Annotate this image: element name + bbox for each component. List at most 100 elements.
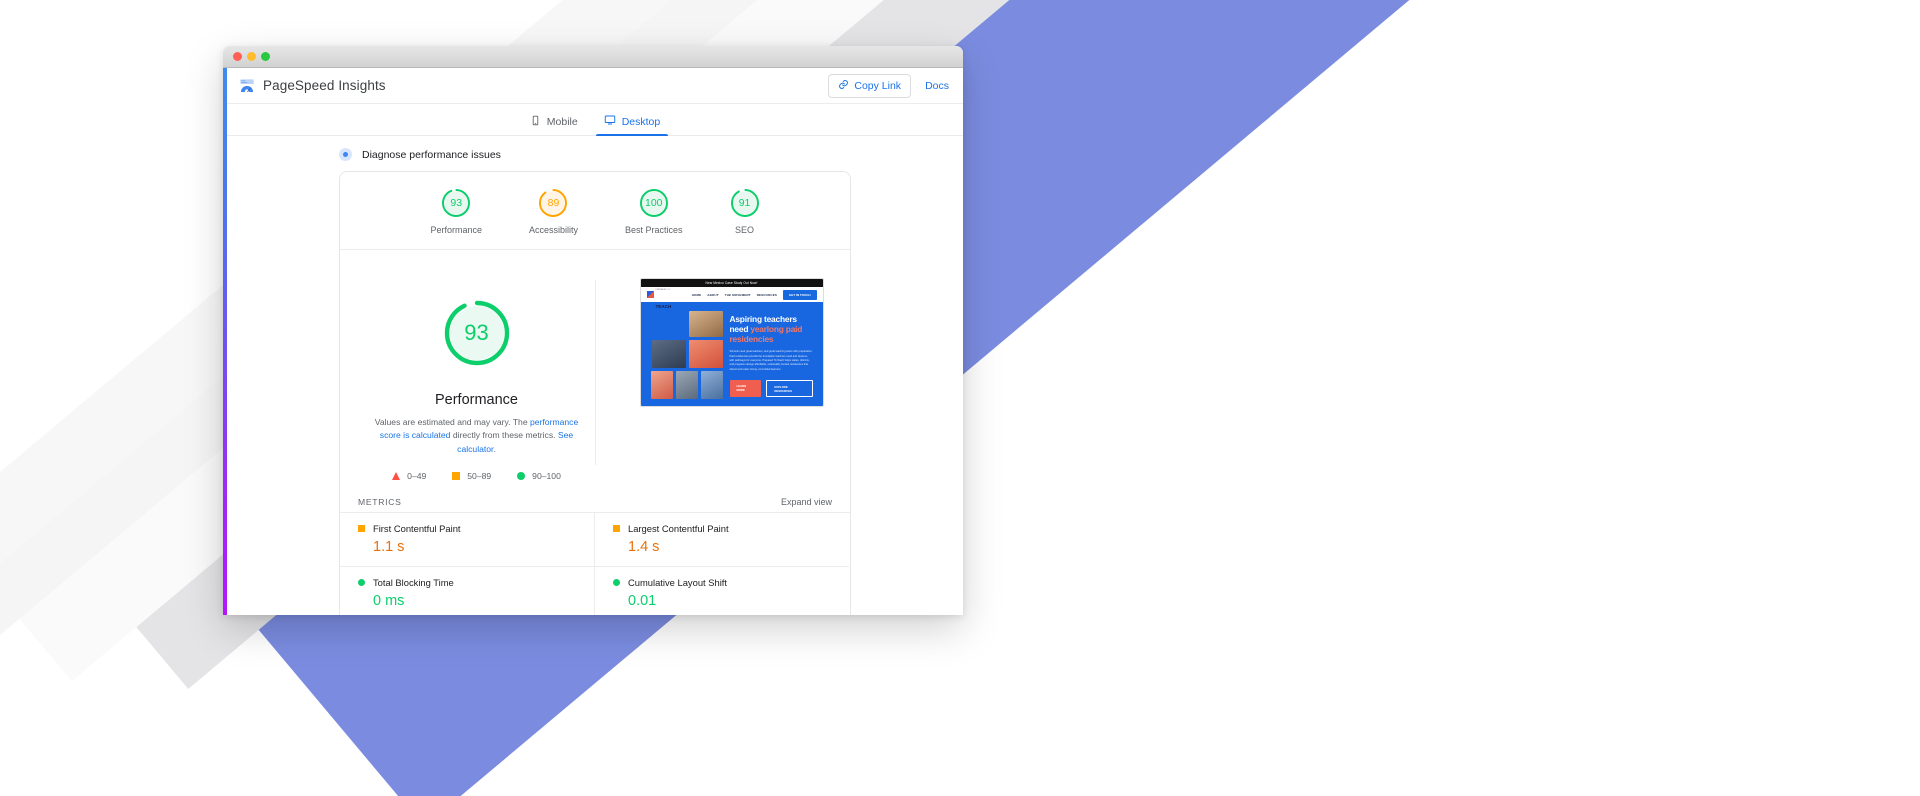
legend-square-icon [452, 471, 461, 480]
metric-total-blocking-time[interactable]: Total Blocking Time 0 ms [340, 567, 595, 615]
diagnose-performance-row[interactable]: Diagnose performance issues [227, 136, 963, 171]
thumb-hero-copy: Aspiring teachers need yearlong paid res… [729, 311, 813, 406]
thumb-navbar: PREPARED TO TEACH HOME ABOUT THE MOVEMENT R… [640, 287, 823, 308]
mobile-phone-icon [530, 115, 541, 129]
metric-head: Total Blocking Time [358, 577, 577, 588]
thumb-photo [651, 340, 686, 368]
legend-item: 90–100 [517, 471, 561, 481]
gauge-value: 100 [645, 197, 663, 209]
metric-status-square-icon [613, 524, 620, 532]
thumb-logo-sub: PREPARED TO [655, 288, 671, 291]
metric-value: 1.1 s [373, 538, 405, 555]
gauge-accessibility[interactable]: 89 Accessibility [529, 188, 578, 235]
gauge-value: 91 [738, 197, 751, 209]
site-screenshot-thumbnail[interactable]: New Mexico Case Study Out Now! PREPARED … [639, 278, 824, 407]
thumb-hero: Aspiring teachers need yearlong paid res… [640, 302, 823, 406]
thumb-photo [675, 371, 698, 399]
metric-value: 1.4 s [628, 538, 660, 555]
expand-view-button[interactable]: Expand view [781, 497, 832, 507]
thumb-logo: PREPARED TO TEACH [646, 279, 672, 313]
thumb-headline: Aspiring teachers need yearlong paid res… [729, 314, 813, 344]
minimize-window-button[interactable] [247, 52, 256, 61]
thumb-headline-line1: Aspiring teachers [729, 314, 798, 324]
metric-first-contentful-paint[interactable]: First Contentful Paint 1.1 s [340, 513, 595, 567]
gauge-seo[interactable]: 91 SEO [730, 188, 760, 235]
thumb-nav-links: HOME ABOUT THE MOVEMENT RESOURCES [692, 293, 777, 297]
gauge-best-practices[interactable]: 100 Best Practices [625, 188, 683, 235]
close-window-button[interactable] [233, 52, 242, 61]
metric-head: Largest Contentful Paint [613, 523, 831, 534]
metric-head: Cumulative Layout Shift [613, 577, 831, 588]
thumb-photo-grid [650, 311, 723, 406]
metric-cumulative-layout-shift[interactable]: Cumulative Layout Shift 0.01 [594, 566, 849, 615]
score-panel: 93 Performance Values are estimated and … [340, 250, 850, 491]
thumb-photo [688, 311, 723, 337]
page-title: PageSpeed Insights [263, 78, 386, 93]
thumb-nav-link: RESOURCES [756, 292, 778, 297]
gauge-label: Best Practices [625, 225, 683, 235]
browser-window: PageSpeed Insights Copy Link Docs Mobile… [223, 46, 963, 615]
thumb-photo-row [651, 311, 723, 337]
gauge-value: 89 [547, 197, 560, 209]
gauge-value: 93 [450, 197, 463, 209]
copy-link-button[interactable]: Copy Link [828, 73, 912, 98]
metric-name: First Contentful Paint [373, 522, 461, 534]
thumb-photo [650, 371, 673, 399]
metrics-section-title: METRICS [358, 496, 402, 507]
docs-link[interactable]: Docs [925, 80, 949, 92]
metric-name: Largest Contentful Paint [628, 522, 729, 534]
thumb-nav-link: ABOUT [707, 292, 719, 297]
copy-link-label: Copy Link [854, 79, 902, 92]
metric-value: 0 ms [373, 592, 405, 609]
form-factor-tabs: Mobile Desktop [227, 104, 963, 136]
gauge-performance[interactable]: 93 Performance [430, 188, 482, 235]
header-actions: Copy Link Docs [828, 73, 949, 98]
report-card: 93 Performance 89 Accessibility 100 Best Prac… [339, 171, 851, 615]
brand[interactable]: PageSpeed Insights [239, 78, 386, 94]
legend-triangle-icon [392, 471, 401, 480]
app-header: PageSpeed Insights Copy Link Docs [227, 68, 963, 104]
tab-desktop-label: Desktop [621, 115, 661, 128]
metric-status-square-icon [358, 524, 365, 532]
metric-status-circle-icon [613, 578, 620, 586]
metric-name: Total Blocking Time [373, 576, 454, 588]
legend-label: 0–49 [407, 470, 427, 481]
performance-score-title: Performance [434, 392, 518, 408]
metrics-grid: First Contentful Paint 1.1 s Largest Conte… [340, 511, 850, 615]
thumb-logo-text: PREPARED TO TEACH [655, 279, 672, 313]
thumb-learn-more-button: LEARN MORE [729, 380, 762, 398]
tab-mobile[interactable]: Mobile [530, 115, 578, 135]
performance-score-column: 93 Performance Values are estimated and … [340, 274, 613, 481]
desktop-monitor-icon [604, 114, 616, 129]
pagespeed-logo-icon [239, 78, 255, 94]
gauge-ring: 93 [441, 188, 471, 218]
radio-selected-icon [339, 148, 352, 161]
link-icon [838, 79, 849, 93]
gauge-label: SEO [735, 225, 755, 235]
thumb-photo [688, 340, 723, 368]
metrics-header: METRICS Expand view [340, 491, 850, 512]
window-titlebar [223, 46, 963, 68]
score-note-suffix: . [493, 443, 496, 454]
thumb-headline-line2: need [729, 323, 751, 334]
thumb-paragraph: Schools need great teachers, and great t… [729, 350, 813, 371]
tab-desktop[interactable]: Desktop [595, 114, 668, 136]
thumb-nav-link: HOME [691, 292, 702, 297]
legend-item: 0–49 [392, 471, 426, 481]
gauge-label: Accessibility [528, 225, 578, 235]
maximize-window-button[interactable] [261, 52, 270, 61]
performance-gauge: 93 [442, 298, 512, 368]
category-gauges: 93 Performance 89 Accessibility 100 Best Prac… [340, 172, 850, 250]
score-note: Values are estimated and may vary. The p… [364, 416, 589, 456]
thumb-photo [700, 371, 723, 399]
thumb-cta-button: GET IN TOUCH [783, 289, 817, 300]
thumb-photo-row [650, 371, 723, 399]
gauge-ring: 100 [639, 188, 669, 218]
score-note-prefix: Values are estimated and may vary. The [374, 417, 530, 427]
panel-divider [595, 280, 596, 465]
tab-mobile-label: Mobile [546, 116, 578, 128]
browser-viewport: PageSpeed Insights Copy Link Docs Mobile… [223, 68, 963, 615]
metric-head: First Contentful Paint [358, 523, 577, 534]
metric-largest-contentful-paint[interactable]: Largest Contentful Paint 1.4 s [594, 512, 849, 567]
legend-label: 50–89 [467, 470, 492, 481]
